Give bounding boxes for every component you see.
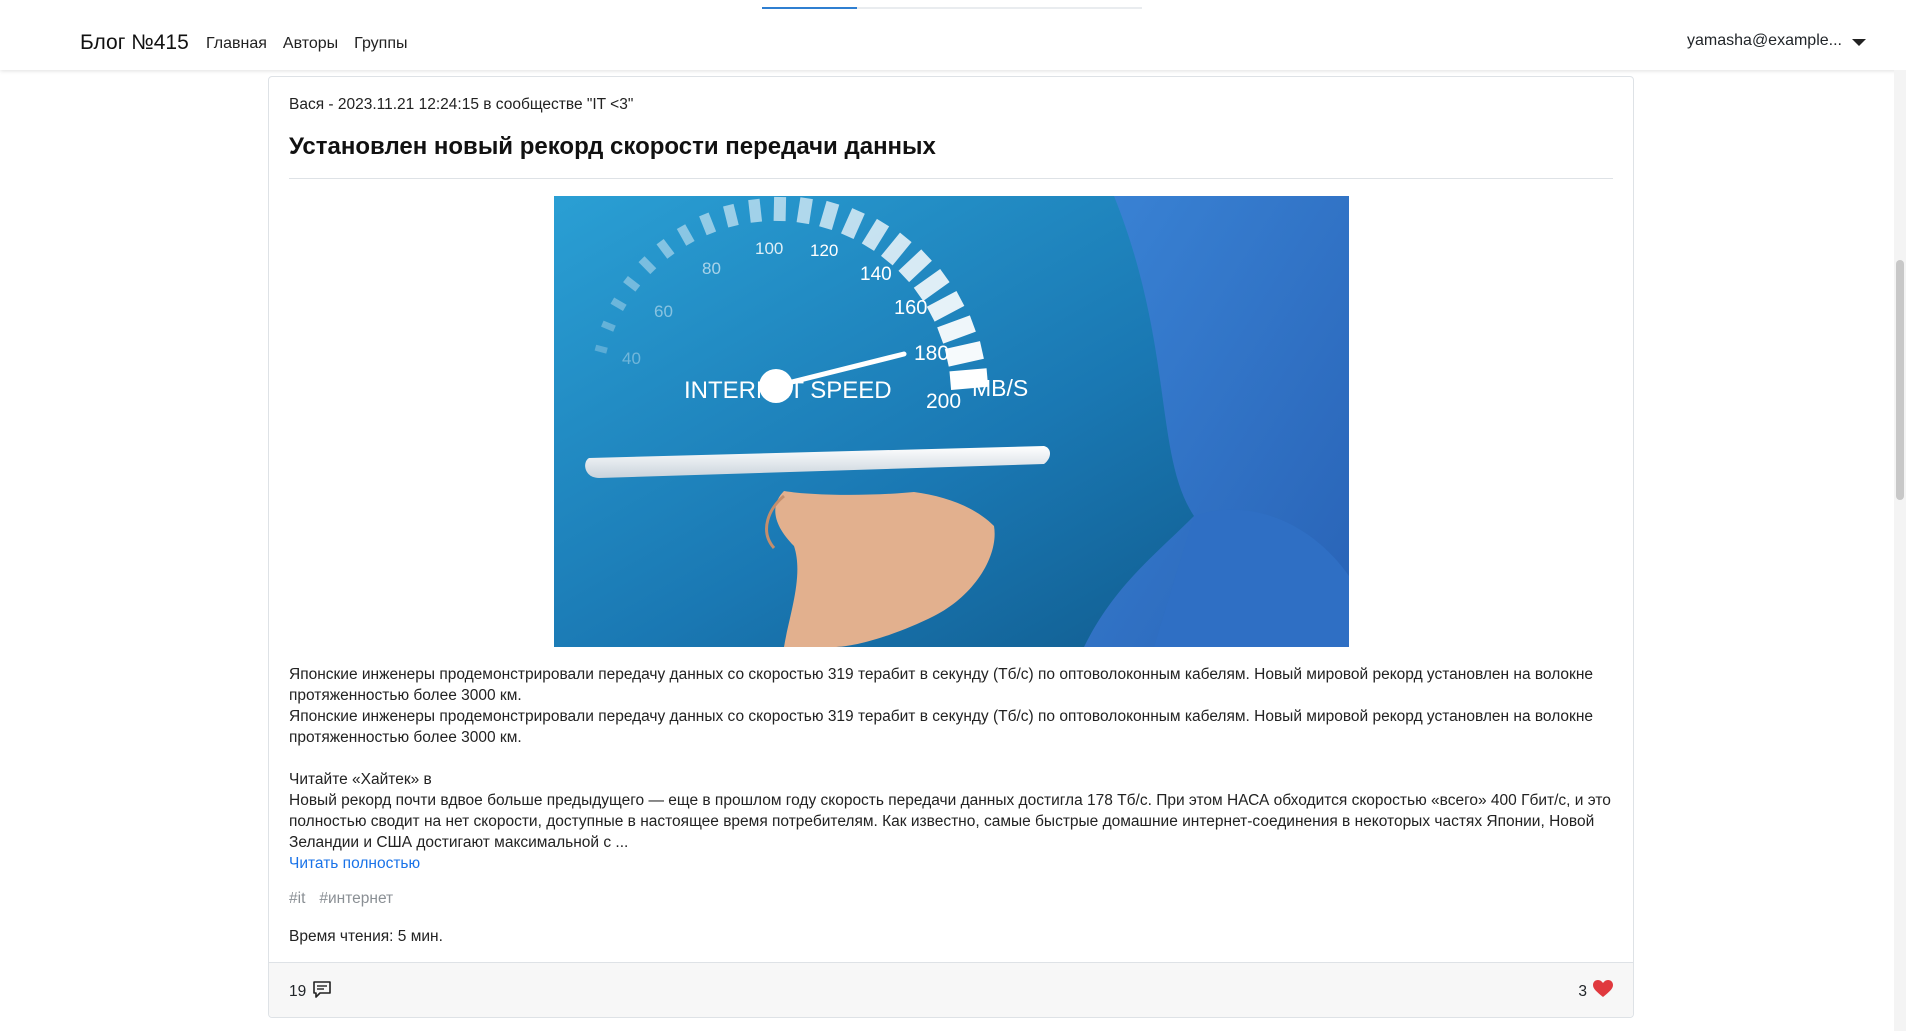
brand-title[interactable]: Блог №415 bbox=[80, 31, 189, 55]
read-more-link[interactable]: Читать полностью bbox=[289, 853, 1613, 874]
nav-link-home[interactable]: Главная bbox=[206, 35, 267, 53]
loading-progress bbox=[762, 7, 1142, 9]
image-caption: INTERNET SPEED bbox=[684, 377, 892, 404]
tag-internet[interactable]: #интернет bbox=[319, 890, 393, 908]
chevron-down-icon bbox=[1852, 39, 1866, 46]
post-meta: Вася - 2023.11.21 12:24:15 в сообществе … bbox=[289, 96, 634, 113]
post-paragraph: Японские инженеры продемонстрировали пер… bbox=[289, 708, 1594, 746]
post-footer: 19 3 bbox=[269, 962, 1633, 1017]
image-unit: MB/S bbox=[972, 375, 1028, 401]
nav-link-authors[interactable]: Авторы bbox=[283, 35, 338, 53]
divider bbox=[289, 178, 1613, 179]
gauge-number: 60 bbox=[654, 302, 673, 321]
post-tags: #it #интернет bbox=[289, 890, 393, 908]
nav-links: Главная Авторы Группы bbox=[206, 35, 407, 53]
speedometer-illustration: 40 60 80 100 120 140 160 180 200 INTERNE… bbox=[554, 196, 1349, 647]
post-image: 40 60 80 100 120 140 160 180 200 INTERNE… bbox=[554, 196, 1349, 647]
comments-button[interactable]: 19 bbox=[289, 980, 332, 1004]
scrollbar-thumb[interactable] bbox=[1896, 260, 1904, 500]
post-title[interactable]: Установлен новый рекорд скорости передач… bbox=[289, 133, 936, 161]
gauge-number: 160 bbox=[894, 297, 927, 319]
comment-icon bbox=[312, 980, 332, 1004]
scrollbar[interactable] bbox=[1894, 70, 1906, 1031]
user-email: yamasha@example... bbox=[1687, 32, 1842, 49]
gauge-number: 120 bbox=[810, 241, 838, 260]
comments-count: 19 bbox=[289, 983, 307, 1000]
tag-it[interactable]: #it bbox=[289, 890, 305, 908]
like-button[interactable]: 3 bbox=[1578, 980, 1613, 1003]
gauge-number: 80 bbox=[702, 259, 721, 278]
post-card: Вася - 2023.11.21 12:24:15 в сообществе … bbox=[268, 76, 1634, 1018]
post-content: Японские инженеры продемонстрировали пер… bbox=[289, 664, 1613, 874]
gauge-number: 180 bbox=[914, 342, 949, 365]
gauge-number: 40 bbox=[622, 349, 641, 368]
loading-progress-fill bbox=[762, 7, 857, 9]
gauge-number: 140 bbox=[860, 264, 892, 285]
nav-link-groups[interactable]: Группы bbox=[354, 35, 407, 53]
gauge-number: 100 bbox=[755, 239, 783, 258]
reading-time: Время чтения: 5 мин. bbox=[289, 928, 443, 945]
post-paragraph: Читайте «Хайтек» в bbox=[289, 771, 432, 788]
gauge-number: 200 bbox=[926, 390, 961, 413]
user-menu[interactable]: yamasha@example... bbox=[1687, 32, 1866, 50]
gauge-tick bbox=[773, 196, 787, 222]
navbar: Блог №415 Главная Авторы Группы yamasha@… bbox=[0, 0, 1906, 70]
likes-count: 3 bbox=[1578, 982, 1587, 1000]
post-paragraph: Японские инженеры продемонстрировали пер… bbox=[289, 666, 1594, 704]
heart-icon bbox=[1593, 980, 1613, 1003]
post-paragraph: Новый рекорд почти вдвое больше предыдущ… bbox=[289, 792, 1611, 851]
